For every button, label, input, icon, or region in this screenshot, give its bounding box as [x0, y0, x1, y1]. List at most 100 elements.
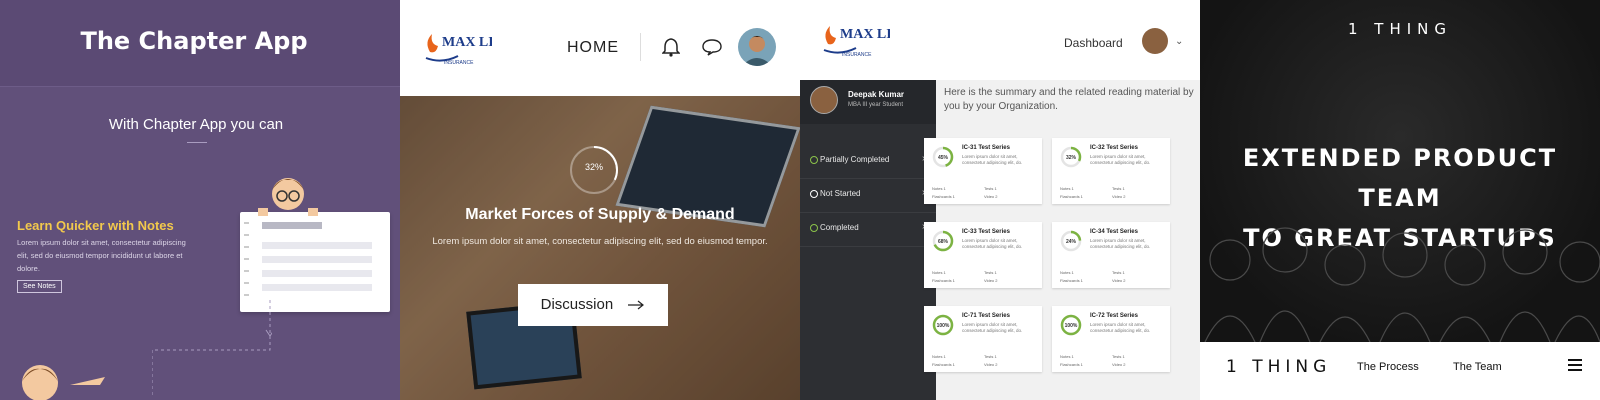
card-description: Lorem ipsum dolor sit amet, consectetur …	[1090, 238, 1151, 249]
card-title: IC-72 Test Series	[1090, 313, 1138, 319]
notes-count: Notes 1	[1060, 186, 1074, 191]
nav-link-process[interactable]: The Process	[1357, 361, 1419, 373]
team-doodles-icon	[1204, 227, 1600, 342]
brand-logo-top[interactable]: 1 THING	[1200, 20, 1600, 38]
tests-count: Tests 1	[1112, 186, 1125, 191]
user-avatar[interactable]	[738, 28, 776, 66]
card-title: IC-32 Test Series	[1090, 145, 1138, 151]
test-series-card[interactable]: 100% IC-71 Test Series Lorem ipsum dolor s…	[924, 306, 1042, 372]
card-title: IC-31 Test Series	[962, 145, 1010, 151]
pointing-character-icon	[22, 365, 105, 400]
chat-icon[interactable]	[702, 38, 722, 56]
test-series-card[interactable]: 100% IC-72 Test Series Lorem ipsum dolor s…	[1052, 306, 1170, 372]
dashboard-label[interactable]: Dashboard	[1064, 36, 1123, 50]
sidebar-item-label: Completed	[820, 223, 859, 232]
test-series-card[interactable]: 68% IC-33 Test Series Lorem ipsum dolor si…	[924, 222, 1042, 288]
video-count: Video 2	[1112, 278, 1126, 283]
card-description: Lorem ipsum dolor sit amet, consectetur …	[1090, 322, 1151, 333]
max-life-dashboard-panel: MAX LIFE INSURANCE Dashboard ⌄ Deepak Ku…	[800, 0, 1200, 400]
subtitle-rule	[187, 142, 207, 143]
flashcards-count: Flashcards 1	[1060, 194, 1083, 199]
student-character-icon	[258, 178, 318, 216]
one-thing-panel: 1 THING EXTENDED PRODUCT TEAM TO GREAT S…	[1200, 0, 1600, 400]
test-series-card[interactable]: 45% IC-31 Test Series Lorem ipsum dolor si…	[924, 138, 1042, 204]
notes-count: Notes 1	[1060, 354, 1074, 359]
discussion-button[interactable]: Discussion	[518, 284, 668, 326]
flashcards-count: Flashcards 1	[932, 194, 955, 199]
video-count: Video 2	[984, 278, 998, 283]
max-life-logo[interactable]: MAX LIFE INSURANCE	[422, 30, 512, 75]
home-nav-link[interactable]: HOME	[567, 39, 619, 57]
user-avatar[interactable]	[1142, 28, 1168, 54]
test-series-card[interactable]: 24% IC-34 Test Series Lorem ipsum dolor si…	[1052, 222, 1170, 288]
card-title: IC-33 Test Series	[962, 229, 1010, 235]
progress-percent: 45%	[937, 155, 948, 161]
logo-sub: INSURANCE	[842, 52, 872, 58]
menu-icon[interactable]	[1568, 359, 1582, 371]
arrow-right-icon	[628, 300, 645, 310]
avatar-person-icon	[742, 36, 772, 66]
card-title: IC-71 Test Series	[962, 313, 1010, 319]
profile-avatar	[810, 86, 838, 114]
notes-count: Notes 1	[1060, 270, 1074, 275]
hero-banner: 32% Market Forces of Supply & Demand Lor…	[400, 96, 800, 400]
sidebar: Deepak Kumar MBA III year Student Partia…	[800, 80, 936, 400]
feature-description: Lorem ipsum dolor sit amet, consectetur …	[17, 238, 186, 273]
card-description: Lorem ipsum dolor sit amet, consectetur …	[962, 238, 1023, 249]
chevron-down-icon[interactable]: ⌄	[1175, 36, 1183, 47]
test-series-card[interactable]: 32% IC-32 Test Series Lorem ipsum dolor si…	[1052, 138, 1170, 204]
dashboard-topbar: MAX LIFE INSURANCE Dashboard ⌄	[800, 0, 1200, 80]
progress-percent: 32%	[1065, 155, 1076, 161]
notes-count: Notes 1	[932, 186, 946, 191]
logo-text: MAX LIFE	[442, 35, 492, 50]
nav-link-team[interactable]: The Team	[1453, 361, 1502, 373]
bottom-navbar: 1 THING The Process The Team	[1200, 342, 1600, 400]
logo-sub: INSURANCE	[444, 60, 474, 66]
header-divider	[0, 86, 400, 87]
logo-text: MAX LIFE	[840, 27, 890, 42]
hero-description: Lorem ipsum dolor sit amet, consectetur …	[432, 236, 768, 247]
card-description: Lorem ipsum dolor sit amet, consectetur …	[1090, 154, 1151, 165]
hero-title: Market Forces of Supply & Demand	[465, 206, 735, 223]
sidebar-item-partially-completed[interactable]: Partially Completed ›	[800, 144, 936, 179]
top-navbar: MAX LIFE INSURANCE HOME	[400, 0, 800, 96]
profile-name: Deepak Kumar	[848, 90, 905, 99]
see-notes-button[interactable]: See Notes	[17, 280, 62, 293]
card-title: IC-34 Test Series	[1090, 229, 1138, 235]
notes-count: Notes 1	[932, 354, 946, 359]
flashcards-count: Flashcards 1	[1060, 278, 1083, 283]
progress-percent: 24%	[1065, 239, 1076, 245]
profile-block: Deepak Kumar MBA III year Student	[800, 80, 936, 124]
feature-title: Learn Quicker with Notes	[17, 218, 174, 233]
progress-percent: 100%	[936, 323, 950, 329]
video-count: Video 2	[1112, 194, 1126, 199]
tests-count: Tests 1	[1112, 354, 1125, 359]
chapter-app-panel: The Chapter App With Chapter App you can…	[0, 0, 400, 400]
bell-icon[interactable]	[662, 37, 680, 57]
section-subtitle: With Chapter App you can	[108, 116, 284, 133]
tests-count: Tests 1	[984, 186, 997, 191]
sidebar-item-completed[interactable]: Completed ›	[800, 212, 936, 247]
app-title: The Chapter App	[80, 27, 308, 55]
video-count: Video 2	[1112, 362, 1126, 367]
flow-connector-icon	[152, 300, 272, 395]
status-dot-icon	[810, 190, 818, 198]
card-description: Lorem ipsum dolor sit amet, consectetur …	[962, 322, 1023, 333]
sidebar-item-not-started[interactable]: Not Started ›	[800, 178, 936, 213]
status-dot-icon	[810, 156, 818, 164]
sidebar-item-label: Partially Completed	[820, 155, 890, 164]
card-description: Lorem ipsum dolor sit amet, consectetur …	[962, 154, 1023, 165]
max-life-home-panel: MAX LIFE INSURANCE HOME 32%	[400, 0, 800, 400]
video-count: Video 2	[984, 362, 998, 367]
status-dot-icon	[810, 224, 818, 232]
headline-line-1: EXTENDED PRODUCT TEAM	[1242, 144, 1558, 212]
brand-logo[interactable]: 1 THING	[1226, 357, 1331, 377]
flashcards-count: Flashcards 1	[932, 362, 955, 367]
progress-percent: 68%	[937, 239, 948, 245]
max-life-logo[interactable]: MAX LIFE INSURANCE	[820, 22, 910, 67]
flame-logo-icon: MAX LIFE INSURANCE	[823, 26, 910, 58]
tests-count: Tests 1	[1112, 270, 1125, 275]
flashcards-count: Flashcards 1	[1060, 362, 1083, 367]
chapter-header: The Chapter App	[0, 0, 400, 86]
flashcards-count: Flashcards 1	[932, 278, 955, 283]
